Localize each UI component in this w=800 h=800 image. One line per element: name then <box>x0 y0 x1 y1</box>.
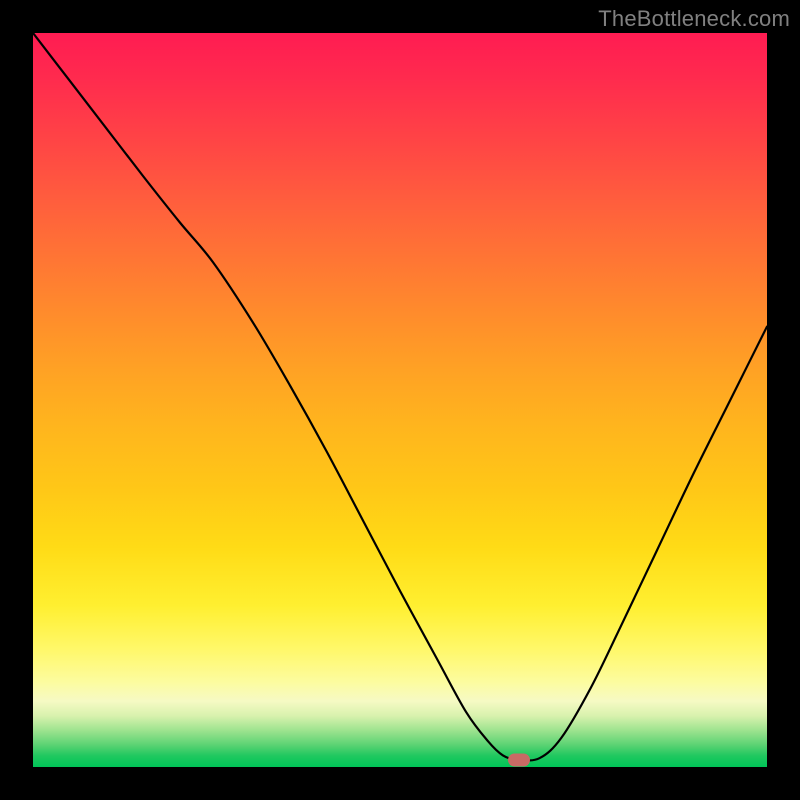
watermark-text: TheBottleneck.com <box>598 6 790 32</box>
chart-frame: TheBottleneck.com <box>0 0 800 800</box>
plot-area <box>33 33 767 767</box>
curve-layer <box>33 33 767 767</box>
bottleneck-curve <box>33 33 767 760</box>
minimum-pill-marker <box>508 753 530 766</box>
